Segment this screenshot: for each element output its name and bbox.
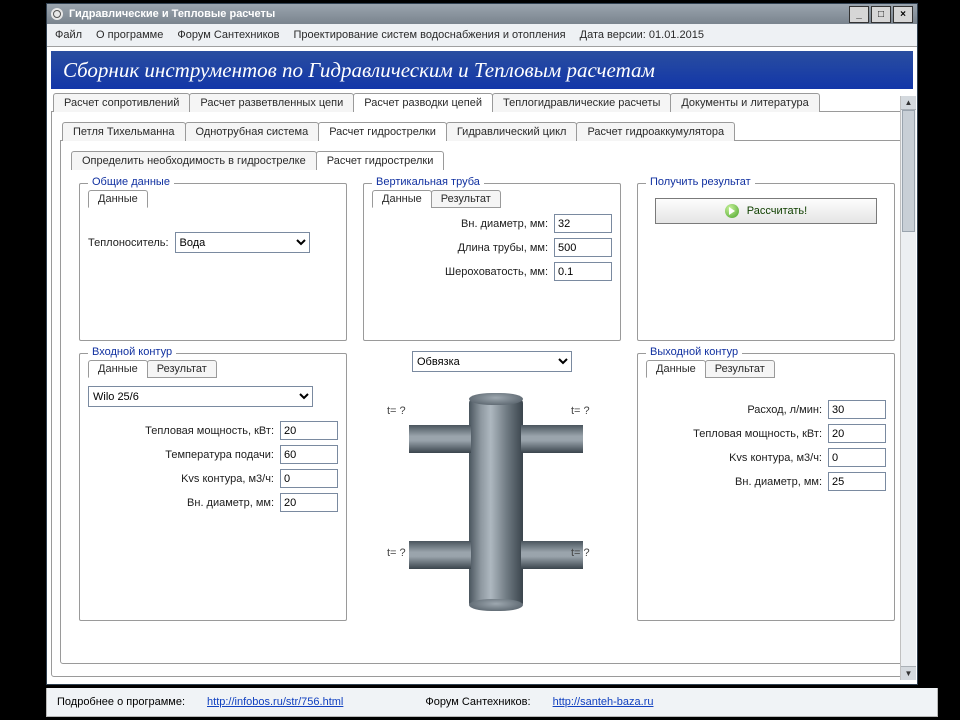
banner-title: Сборник инструментов по Гидравлическим и… — [63, 58, 655, 83]
tabs-level1: Расчет сопротивлений Расчет разветвленны… — [47, 93, 917, 112]
app-window: Гидравлические и Тепловые расчеты _ □ × … — [46, 3, 918, 685]
vpipe-len-label: Длина трубы, мм: — [458, 242, 548, 254]
scroll-up-icon[interactable]: ▲ — [901, 96, 916, 110]
tab2-tichelmann[interactable]: Петля Тихельманна — [62, 122, 186, 141]
inlet-kvs-label: Kvs контура, м3/ч: — [181, 473, 274, 485]
vpipe-tab-data[interactable]: Данные — [372, 190, 432, 208]
calculate-button[interactable]: Рассчитать! — [655, 198, 877, 224]
calculate-button-label: Рассчитать! — [747, 205, 807, 217]
scroll-down-icon[interactable]: ▼ — [901, 666, 916, 680]
separator-cap-top — [469, 393, 523, 405]
minimize-button[interactable]: _ — [849, 6, 869, 23]
footer-forum-link[interactable]: http://santeh-baza.ru — [553, 696, 654, 708]
diag-label-4: t= ? — [571, 547, 590, 559]
tab2-accumulator[interactable]: Расчет гидроаккумулятора — [576, 122, 735, 141]
group-result: Получить результат Рассчитать! — [637, 183, 895, 341]
inlet-tsupply-input[interactable] — [280, 445, 338, 464]
tabbody-level2: Определить необходимость в гидрострелке … — [60, 140, 904, 664]
inlet-tab-data[interactable]: Данные — [88, 360, 148, 378]
group-result-legend: Получить результат — [646, 176, 755, 188]
menu-version-date: Дата версии: 01.01.2015 — [580, 29, 704, 41]
vertical-scrollbar[interactable]: ▲ ▼ — [900, 96, 916, 680]
outlet-power-input[interactable] — [828, 424, 886, 443]
diag-label-3: t= ? — [387, 547, 406, 559]
scroll-thumb[interactable] — [902, 110, 915, 232]
close-button[interactable]: × — [893, 6, 913, 23]
menu-about[interactable]: О программе — [96, 29, 163, 41]
tabs-level2: Петля Тихельманна Однотрубная система Ра… — [56, 122, 908, 141]
tab1-branched[interactable]: Расчет разветвленных цепи — [189, 93, 354, 112]
titlebar[interactable]: Гидравлические и Тепловые расчеты _ □ × — [47, 4, 917, 24]
vpipe-rough-label: Шероховатость, мм: — [445, 266, 548, 278]
page-banner: Сборник инструментов по Гидравлическим и… — [51, 51, 913, 89]
outlet-d-label: Вн. диаметр, мм: — [735, 476, 822, 488]
pipe-out-top — [521, 425, 583, 453]
group-common-legend: Общие данные — [88, 176, 174, 188]
status-bar: Подробнее о программе: http://infobos.ru… — [46, 688, 938, 717]
outlet-tab-data[interactable]: Данные — [646, 360, 706, 378]
menu-bar: Файл О программе Форум Сантехников Проек… — [47, 24, 917, 47]
group-inlet: Входной контур Данные Результат Wilo 25/… — [79, 353, 347, 621]
diag-label-1: t= ? — [387, 405, 406, 417]
outlet-kvs-input[interactable] — [828, 448, 886, 467]
diag-label-2: t= ? — [571, 405, 590, 417]
outlet-d-input[interactable] — [828, 472, 886, 491]
inlet-d-input[interactable] — [280, 493, 338, 512]
group-vpipe-legend: Вертикальная труба — [372, 176, 484, 188]
group-common: Общие данные Данные Теплоноситель: Вода — [79, 183, 347, 341]
footer-forum-label: Форум Сантехников: — [425, 696, 530, 708]
outlet-flow-label: Расход, л/мин: — [747, 404, 822, 416]
footer-more-link[interactable]: http://infobos.ru/str/756.html — [207, 696, 343, 708]
group-vertical-pipe: Вертикальная труба Данные Результат Вн. … — [363, 183, 621, 341]
outlet-flow-input[interactable] — [828, 400, 886, 419]
tabbody-level3: Общие данные Данные Теплоноситель: Вода — [69, 169, 895, 647]
maximize-button[interactable]: □ — [871, 6, 891, 23]
play-icon — [725, 204, 739, 218]
inlet-d-label: Вн. диаметр, мм: — [187, 497, 274, 509]
menu-file[interactable]: Файл — [55, 29, 82, 41]
vpipe-d-label: Вн. диаметр, мм: — [461, 218, 548, 230]
tab1-routing[interactable]: Расчет разводки цепей — [353, 93, 493, 112]
inlet-power-input[interactable] — [280, 421, 338, 440]
scheme-select[interactable]: Обвязка — [412, 351, 572, 372]
group-outlet: Выходной контур Данные Результат Расход,… — [637, 353, 895, 621]
tab2-onepipe[interactable]: Однотрубная система — [185, 122, 320, 141]
inlet-tab-result[interactable]: Результат — [147, 360, 217, 378]
group-outlet-legend: Выходной контур — [646, 346, 742, 358]
app-icon — [51, 8, 63, 20]
medium-label: Теплоноситель: — [88, 237, 169, 249]
window-title: Гидравлические и Тепловые расчеты — [69, 8, 275, 20]
outlet-tab-result[interactable]: Результат — [705, 360, 775, 378]
menu-design[interactable]: Проектирование систем водоснабжения и от… — [293, 29, 565, 41]
tabs-level3: Определить необходимость в гидрострелке … — [65, 151, 899, 170]
vpipe-tab-result[interactable]: Результат — [431, 190, 501, 208]
tabbody-level1: Петля Тихельманна Однотрубная система Ра… — [51, 111, 913, 677]
pipe-in-top — [409, 425, 471, 453]
common-tab-data[interactable]: Данные — [88, 190, 148, 208]
tab1-thermohydr[interactable]: Теплогидравлические расчеты — [492, 93, 671, 112]
menu-forum[interactable]: Форум Сантехников — [177, 29, 279, 41]
pipe-in-bottom — [409, 541, 471, 569]
tab2-hydro-arrow[interactable]: Расчет гидрострелки — [318, 122, 447, 141]
inlet-kvs-input[interactable] — [280, 469, 338, 488]
tab3-calc[interactable]: Расчет гидрострелки — [316, 151, 445, 170]
tab3-need[interactable]: Определить необходимость в гидрострелке — [71, 151, 317, 170]
outlet-kvs-label: Kvs контура, м3/ч: — [729, 452, 822, 464]
hydro-arrow-diagram: Обвязка t= ? — [357, 347, 627, 627]
inlet-tsupply-label: Температура подачи: — [165, 449, 274, 461]
inlet-power-label: Тепловая мощность, кВт: — [145, 425, 274, 437]
tab2-hydraulic-cycle[interactable]: Гидравлический цикл — [446, 122, 578, 141]
medium-select[interactable]: Вода — [175, 232, 310, 253]
outlet-power-label: Тепловая мощность, кВт: — [693, 428, 822, 440]
vpipe-rough-input[interactable] — [554, 262, 612, 281]
group-inlet-legend: Входной контур — [88, 346, 176, 358]
vpipe-d-input[interactable] — [554, 214, 612, 233]
footer-more-label: Подробнее о программе: — [57, 696, 185, 708]
separator-cap-bottom — [469, 599, 523, 611]
pump-model-select[interactable]: Wilo 25/6 — [88, 386, 313, 407]
vpipe-len-input[interactable] — [554, 238, 612, 257]
tab1-resistances[interactable]: Расчет сопротивлений — [53, 93, 190, 112]
separator-body — [469, 399, 523, 607]
tab1-docs[interactable]: Документы и литература — [670, 93, 819, 112]
